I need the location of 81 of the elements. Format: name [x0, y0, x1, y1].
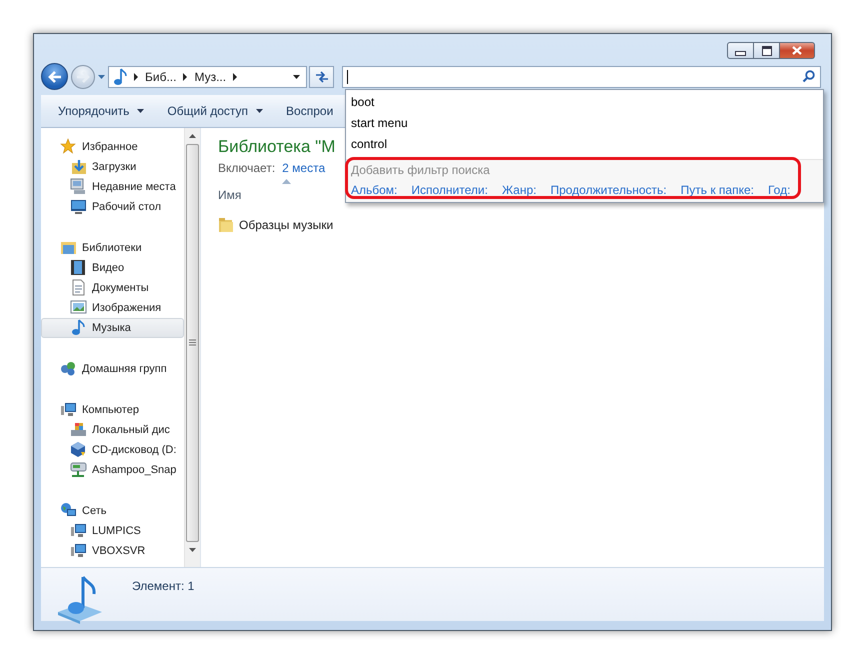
- sidebar-icon: [70, 421, 87, 438]
- filter-link[interactable]: Путь к папке:: [680, 183, 754, 197]
- sidebar-icon: [70, 522, 87, 540]
- caret-icon: [136, 108, 146, 114]
- sidebar-item[interactable]: Музыка: [41, 318, 184, 338]
- sidebar-item[interactable]: Видео: [41, 258, 184, 278]
- breadcrumb[interactable]: Муз...: [194, 70, 226, 84]
- sidebar-item[interactable]: Загрузки: [41, 156, 184, 177]
- arrow-icon: [76, 70, 90, 83]
- sidebar-item[interactable]: Домашняя групп: [41, 358, 184, 379]
- column-header[interactable]: Имя: [218, 188, 242, 202]
- filter-link[interactable]: Жанр:: [502, 183, 536, 197]
- address-bar[interactable]: Биб... Муз...: [108, 66, 307, 88]
- close-icon: [792, 46, 802, 55]
- sidebar-item[interactable]: Документы: [41, 278, 184, 298]
- breadcrumb[interactable]: Биб...: [145, 70, 176, 84]
- sidebar-item[interactable]: Избранное: [41, 136, 184, 157]
- refresh-button[interactable]: [309, 66, 334, 88]
- sidebar-icon: [60, 138, 77, 156]
- sidebar-item[interactable]: LUMPICS: [41, 520, 184, 541]
- library-title: Библиотека "М: [218, 136, 336, 157]
- locations-link[interactable]: 2 места: [282, 160, 326, 175]
- sidebar-icon: [70, 319, 87, 336]
- sidebar-item[interactable]: Компьютер: [41, 400, 184, 420]
- arrow-icon: [48, 70, 62, 83]
- text-cursor: [347, 70, 348, 84]
- sidebar-icon: [70, 461, 87, 478]
- filter-link[interactable]: Исполнители:: [411, 183, 488, 197]
- folder-icon: [218, 216, 234, 233]
- caret-icon[interactable]: [292, 74, 301, 80]
- sidebar-icon: [60, 239, 77, 256]
- sidebar-icon: [60, 401, 77, 418]
- filter-link[interactable]: Альбом:: [351, 183, 398, 197]
- maximize-button[interactable]: [754, 42, 780, 59]
- sidebar-icon: [70, 259, 87, 276]
- back-button[interactable]: [41, 63, 68, 90]
- refresh-icon: [314, 70, 330, 84]
- search-field[interactable]: [342, 66, 821, 88]
- toolbar-button[interactable]: Воспрои: [277, 100, 342, 122]
- suggestion-item[interactable]: boot: [346, 92, 823, 113]
- sidebar-item[interactable]: Сеть: [41, 500, 184, 521]
- sidebar-icon: [70, 299, 87, 316]
- sidebar-item[interactable]: Рабочий стол: [41, 196, 184, 217]
- toolbar-button[interactable]: Упорядочить: [49, 100, 154, 122]
- sidebar-icon: [70, 158, 87, 176]
- search-icon: [802, 70, 815, 84]
- folder-item[interactable]: Образцы музыки: [218, 216, 824, 233]
- sidebar-icon: [70, 542, 87, 560]
- sidebar-icon: [70, 198, 87, 216]
- includes-label: Включает:: [218, 160, 276, 175]
- scroll-thumb[interactable]: [186, 144, 199, 542]
- sort-icon: [282, 178, 291, 184]
- sidebar-icon: [70, 279, 87, 296]
- item-count: Элемент: 1: [132, 579, 194, 593]
- chevron-icon: [232, 72, 238, 81]
- grip-icon: [189, 339, 196, 346]
- suggestion-item[interactable]: control: [346, 134, 823, 155]
- filter-link[interactable]: Год:: [768, 183, 790, 197]
- music-note-icon: [113, 68, 127, 86]
- filter-heading: Добавить фильтр поиска: [351, 163, 491, 177]
- caret-icon: [255, 108, 264, 114]
- scrollbar[interactable]: [184, 128, 200, 567]
- sidebar-item[interactable]: Ashampoo_Snap: [41, 460, 184, 480]
- minimize-button[interactable]: [727, 42, 754, 59]
- scroll-up-icon[interactable]: [189, 134, 196, 138]
- chevron-icon: [182, 72, 188, 81]
- sidebar-item[interactable]: VBOXSVR: [41, 540, 184, 561]
- sidebar-item[interactable]: CD-дисковод (D:: [41, 440, 184, 460]
- scroll-down-icon[interactable]: [189, 548, 196, 552]
- toolbar-button[interactable]: Общий доступ: [158, 100, 274, 122]
- sidebar-item[interactable]: Изображения: [41, 298, 184, 318]
- sidebar-icon: [60, 360, 77, 378]
- filter-link[interactable]: Продолжительность:: [550, 183, 667, 197]
- close-button[interactable]: [780, 42, 815, 59]
- sidebar-icon: [70, 178, 87, 196]
- sidebar-icon: [70, 441, 87, 458]
- sidebar-item[interactable]: Библиотеки: [41, 238, 184, 258]
- suggestion-item[interactable]: start menu: [346, 113, 823, 134]
- sidebar-item[interactable]: Локальный дис: [41, 420, 184, 440]
- sidebar-item[interactable]: Недавние места: [41, 176, 184, 197]
- chevron-icon: [133, 72, 139, 81]
